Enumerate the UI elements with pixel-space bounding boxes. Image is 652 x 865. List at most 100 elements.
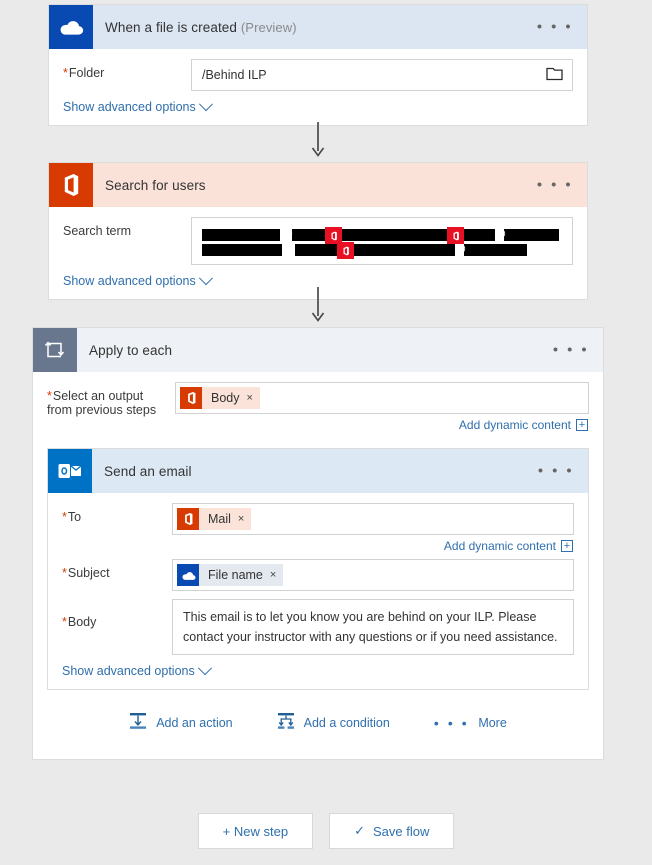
subject-field-label: *Subject: [62, 559, 172, 580]
action-card-send-an-email[interactable]: Send an email • • • *To Mail × Add dynam…: [47, 448, 589, 690]
token-body-label-wrap: Body ×: [202, 387, 260, 409]
search-term-field-label: Search term: [63, 224, 132, 238]
to-add-dynamic-content-link[interactable]: Add dynamic content +: [172, 535, 574, 553]
more-dots-icon: • • •: [433, 714, 470, 731]
body-input[interactable]: This email is to let you know you are be…: [172, 599, 574, 655]
token-mail-label-wrap: Mail ×: [199, 508, 252, 530]
to-add-dynamic-label: Add dynamic content: [443, 539, 556, 553]
subject-input[interactable]: File name ×: [172, 559, 574, 591]
dynamic-content-token-file-name[interactable]: File name ×: [177, 564, 284, 586]
select-output-field-row: *Select an output from previous steps Bo…: [33, 372, 603, 432]
loop-bottom-actions: Add an action Add a condition • • • More: [33, 690, 603, 759]
subject-label-text: Subject: [67, 566, 110, 580]
down-arrow-icon: [311, 122, 325, 157]
token-file-name-label-wrap: File name ×: [199, 564, 284, 586]
select-output-field-label: *Select an output from previous steps: [47, 382, 175, 417]
loop-card-header[interactable]: Apply to each • • •: [33, 328, 603, 372]
folder-input-value: /Behind ILP: [202, 68, 267, 82]
down-arrow-icon: [311, 287, 325, 322]
at-symbol: @: [454, 242, 467, 256]
email-show-advanced-options-link[interactable]: Show advanced options: [48, 655, 224, 689]
folder-input[interactable]: /Behind ILP: [191, 59, 573, 91]
to-input[interactable]: Mail ×: [172, 503, 574, 535]
folder-field-row: *Folder /Behind ILP: [49, 49, 587, 91]
check-icon: ✓: [354, 823, 365, 838]
trigger-card-body: *Folder /Behind ILP Show advanced option…: [49, 49, 587, 125]
subject-field-row: *Subject File name ×: [48, 553, 588, 591]
folder-field-control: /Behind ILP: [191, 59, 573, 91]
apply-to-each-loop-icon: [33, 328, 77, 372]
folder-required-asterisk: *: [63, 66, 68, 80]
body-field-label: *Body: [62, 599, 172, 629]
search-term-redacted-value: @ @ @ @: [202, 223, 562, 263]
token-body-label: Body: [211, 391, 240, 405]
trigger-title-text: When a file is created: [105, 19, 238, 35]
trigger-card-when-a-file-is-created[interactable]: When a file is created (Preview) • • • *…: [48, 4, 588, 126]
at-symbol: @: [283, 242, 296, 256]
body-field-control: This email is to let you know you are be…: [172, 599, 574, 655]
error-token-marker-icon[interactable]: [447, 227, 464, 244]
more-label: More: [478, 715, 507, 730]
email-card-header[interactable]: Send an email • • •: [48, 449, 588, 493]
action-card-search-for-users[interactable]: Search for users • • • Search term @ @ @ @ …: [48, 162, 588, 300]
folder-picker-icon[interactable]: [546, 66, 563, 84]
onedrive-cloud-icon: [49, 5, 93, 49]
folder-field-label: *Folder: [63, 59, 191, 80]
body-input-value: This email is to let you know you are be…: [183, 610, 558, 644]
email-card-overflow-menu-button[interactable]: • • •: [538, 464, 574, 479]
to-required-asterisk: *: [62, 510, 67, 524]
token-mail-remove-button[interactable]: ×: [238, 508, 244, 530]
add-condition-icon: [277, 712, 295, 733]
connector-arrow-search-to-loop: [48, 287, 588, 323]
search-card-title: Search for users: [105, 177, 206, 193]
select-output-add-dynamic-content-link[interactable]: Add dynamic content +: [175, 414, 589, 432]
plus-icon[interactable]: +: [561, 540, 573, 552]
to-field-control: Mail × Add dynamic content +: [172, 503, 574, 553]
search-card-header[interactable]: Search for users • • •: [49, 163, 587, 207]
token-mail-label: Mail: [208, 512, 231, 526]
office365-icon: [180, 387, 202, 409]
to-field-label: *To: [62, 503, 172, 524]
redaction-bar: [202, 244, 282, 256]
add-an-action-button[interactable]: Add an action: [129, 712, 233, 733]
dynamic-content-token-mail[interactable]: Mail ×: [177, 508, 252, 530]
select-output-input[interactable]: Body ×: [175, 382, 589, 414]
select-output-field-control: Body × Add dynamic content +: [175, 382, 589, 432]
subject-field-control: File name ×: [172, 559, 574, 591]
more-button[interactable]: • • • More: [434, 716, 507, 730]
chevron-down-icon: [198, 271, 213, 286]
to-field-row: *To Mail × Add dynamic content +: [48, 493, 588, 553]
footer-button-bar: + New step ✓ Save flow: [0, 813, 652, 849]
body-label-text: Body: [67, 615, 97, 629]
trigger-card-header[interactable]: When a file is created (Preview) • • •: [49, 5, 587, 49]
action-card-apply-to-each[interactable]: Apply to each • • • *Select an output fr…: [32, 327, 604, 760]
select-output-label-line2: from previous steps: [47, 403, 157, 417]
trigger-show-advanced-label: Show advanced options: [63, 100, 196, 114]
trigger-card-overflow-menu-button[interactable]: • • •: [537, 20, 573, 35]
chevron-down-icon: [198, 97, 213, 112]
add-an-action-label: Add an action: [156, 715, 233, 730]
search-term-input[interactable]: @ @ @ @: [191, 217, 573, 265]
error-token-marker-icon[interactable]: [337, 242, 354, 259]
search-card-overflow-menu-button[interactable]: • • •: [537, 178, 573, 193]
trigger-title-preview-tag: (Preview): [240, 19, 297, 35]
select-output-required-asterisk: *: [47, 389, 52, 403]
email-show-advanced-label: Show advanced options: [62, 664, 195, 678]
token-file-name-remove-button[interactable]: ×: [270, 564, 276, 586]
token-body-remove-button[interactable]: ×: [247, 387, 253, 409]
add-a-condition-label: Add a condition: [303, 715, 390, 730]
save-flow-button[interactable]: ✓ Save flow: [329, 813, 455, 849]
loop-card-overflow-menu-button[interactable]: • • •: [553, 343, 589, 358]
plus-icon[interactable]: +: [576, 419, 588, 431]
body-field-row: *Body This email is to let you know you …: [48, 591, 588, 655]
office365-icon: [177, 508, 199, 530]
add-a-condition-button[interactable]: Add a condition: [277, 712, 390, 733]
redaction-bar: [292, 229, 415, 241]
redaction-line: @ @: [202, 242, 562, 259]
trigger-show-advanced-options-link[interactable]: Show advanced options: [49, 91, 225, 125]
redaction-bar: [295, 244, 455, 256]
new-step-button[interactable]: + New step: [197, 813, 314, 849]
chevron-down-icon: [197, 661, 212, 676]
dynamic-content-token-body[interactable]: Body ×: [180, 387, 260, 409]
search-show-advanced-label: Show advanced options: [63, 274, 196, 288]
